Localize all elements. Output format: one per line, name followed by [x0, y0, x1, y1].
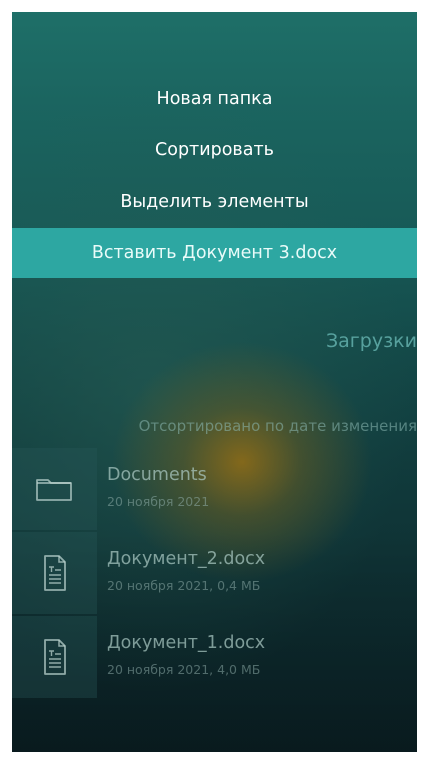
menu-item-new-folder[interactable]: Новая папка [12, 74, 417, 124]
file-meta: 20 ноября 2021, 4,0 МБ [107, 662, 261, 677]
file-thumbnail [12, 532, 97, 614]
menu-item-sort[interactable]: Сортировать [12, 125, 417, 175]
folder-title: Загрузки [325, 330, 417, 352]
file-meta: 20 ноября 2021, 0,4 МБ [107, 578, 261, 593]
sort-label[interactable]: Отсортировано по дате изменения [139, 417, 417, 435]
list-item[interactable]: Documents 20 ноября 2021 [12, 448, 417, 530]
list-item[interactable]: Документ_2.docx 20 ноября 2021, 0,4 МБ [12, 532, 417, 614]
file-thumbnail [12, 448, 97, 530]
menu-item-paste[interactable]: Вставить Документ 3.docx [12, 228, 417, 278]
file-name: Documents [107, 465, 207, 485]
file-name: Документ_1.docx [107, 633, 266, 653]
menu-item-select-items[interactable]: Выделить элементы [12, 177, 417, 227]
document-icon [44, 639, 66, 675]
folder-icon [36, 479, 72, 501]
file-meta: 20 ноября 2021 [107, 494, 210, 509]
file-manager-screen: Загрузки Отсортировано по дате изменения… [12, 12, 417, 752]
document-icon [44, 555, 66, 591]
file-thumbnail [12, 616, 97, 698]
file-name: Документ_2.docx [107, 549, 266, 569]
list-item[interactable]: Документ_1.docx 20 ноября 2021, 4,0 МБ [12, 616, 417, 698]
